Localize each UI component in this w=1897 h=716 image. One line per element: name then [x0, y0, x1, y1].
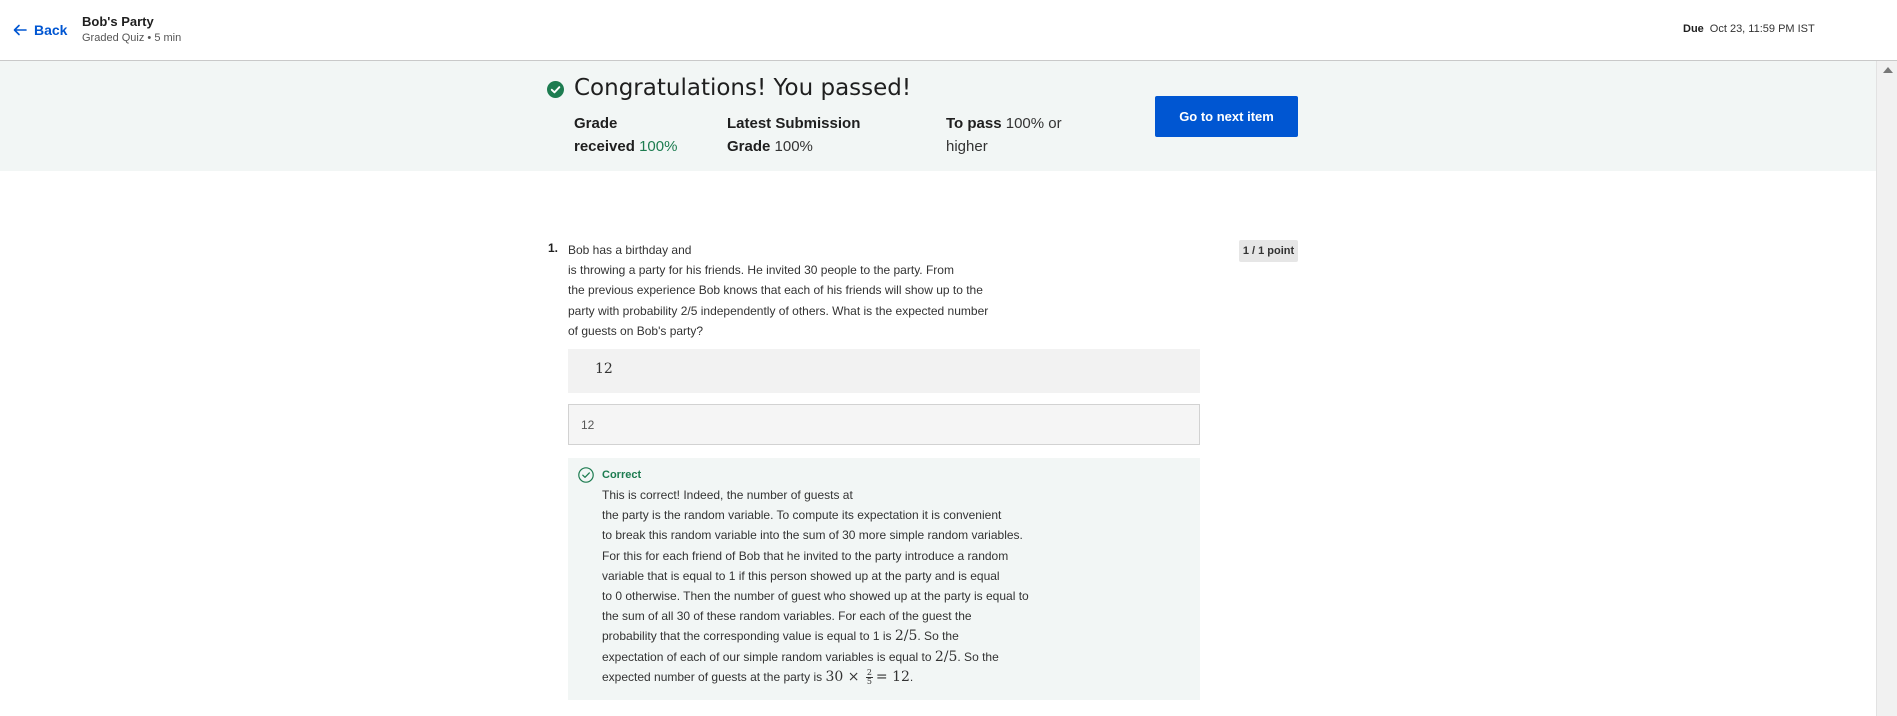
feedback-text: This is correct! Indeed, the number of g… — [602, 485, 1072, 687]
correct-label: Correct — [602, 469, 642, 481]
grade-label-line2: received — [574, 138, 635, 155]
feedback-line-text: . So the — [917, 629, 959, 644]
feedback-line-text: . — [909, 669, 914, 684]
grade-received: Grade received 100% — [574, 112, 677, 158]
feedback-line-text: . So the — [957, 649, 999, 664]
top-header: Back Bob's Party Graded Quiz • 5 min Due… — [0, 0, 1897, 61]
question-line: Bob has a birthday and — [568, 243, 692, 257]
math-expression: = 12 — [875, 668, 910, 685]
due-value: Oct 23, 11:59 PM IST — [1709, 23, 1815, 35]
feedback-line: to 0 otherwise. Then the number of guest… — [602, 589, 1029, 604]
fraction-denominator: 5 — [866, 677, 872, 687]
to-pass-value-line1: 100% or — [1005, 115, 1062, 132]
scroll-up-arrow-icon[interactable] — [1883, 67, 1893, 73]
math-stacked-fraction: 2 5 — [865, 669, 873, 687]
page-scrollbar[interactable] — [1876, 61, 1897, 716]
pass-headline: Congratulations! You passed! — [574, 75, 912, 101]
feedback-line: variable that is equal to 1 if this pers… — [602, 568, 1000, 583]
feedback-line: to break this random variable into the s… — [602, 528, 1023, 543]
quiz-subtitle: Graded Quiz • 5 min — [82, 32, 182, 44]
to-pass-value-line2: higher — [946, 138, 988, 155]
question-line: is throwing a party for his friends. He … — [568, 263, 954, 278]
latest-submission-grade: Latest Submission Grade 100% — [727, 112, 860, 158]
question-line: party with probability 2/5 independently… — [568, 303, 989, 318]
feedback-line: probability that the corresponding value… — [602, 626, 1072, 646]
due-label: Due — [1683, 23, 1704, 35]
latest-label-line1: Latest Submission — [727, 115, 861, 132]
arrow-left-icon — [13, 24, 27, 36]
math-fraction: 2/5 — [894, 628, 918, 645]
due-date: Due Oct 23, 11:59 PM IST — [1683, 23, 1815, 35]
to-pass: To pass 100% or higher — [946, 112, 1062, 158]
question-line: of guests on Bob's party? — [568, 323, 704, 338]
check-circle-filled-icon — [547, 81, 564, 98]
to-pass-label: To pass — [946, 115, 1002, 132]
question-text: Bob has a birthday and is throwing a par… — [568, 240, 1048, 341]
math-expression: 30 × — [825, 668, 860, 685]
quiz-title: Bob's Party — [82, 14, 154, 29]
back-label: Back — [34, 22, 68, 38]
check-circle-outline-icon — [578, 467, 594, 483]
feedback-line-text: probability that the corresponding value… — [602, 629, 895, 644]
result-banner — [0, 61, 1876, 171]
go-to-next-item-button[interactable]: Go to next item — [1155, 96, 1298, 137]
feedback-line: the sum of all 30 of these random variab… — [602, 609, 972, 624]
feedback-line: This is correct! Indeed, the number of g… — [602, 488, 853, 502]
points-badge: 1 / 1 point — [1239, 240, 1298, 262]
math-fraction: 2/5 — [934, 648, 958, 665]
answer-input[interactable] — [568, 404, 1200, 445]
latest-label-line2: Grade — [727, 138, 771, 155]
answer-preview: 12 — [568, 349, 1200, 393]
question-line: the previous experience Bob knows that e… — [568, 283, 983, 298]
feedback-line-text: expectation of each of our simple random… — [602, 649, 935, 664]
question-number: 1. — [548, 241, 559, 255]
grade-value: 100% — [639, 138, 678, 155]
latest-grade-value: 100% — [774, 138, 813, 155]
feedback-line-text: expected number of guests at the party i… — [602, 669, 826, 684]
item-title-block: Bob's Party Graded Quiz • 5 min — [82, 13, 181, 46]
feedback-line: expectation of each of our simple random… — [602, 647, 1072, 667]
feedback-line: expected number of guests at the party i… — [602, 667, 1072, 687]
feedback-line: For this for each friend of Bob that he … — [602, 548, 1009, 563]
grade-label-line1: Grade — [574, 115, 618, 132]
back-button[interactable]: Back — [12, 18, 67, 42]
feedback-line: the party is the random variable. To com… — [602, 508, 1002, 523]
